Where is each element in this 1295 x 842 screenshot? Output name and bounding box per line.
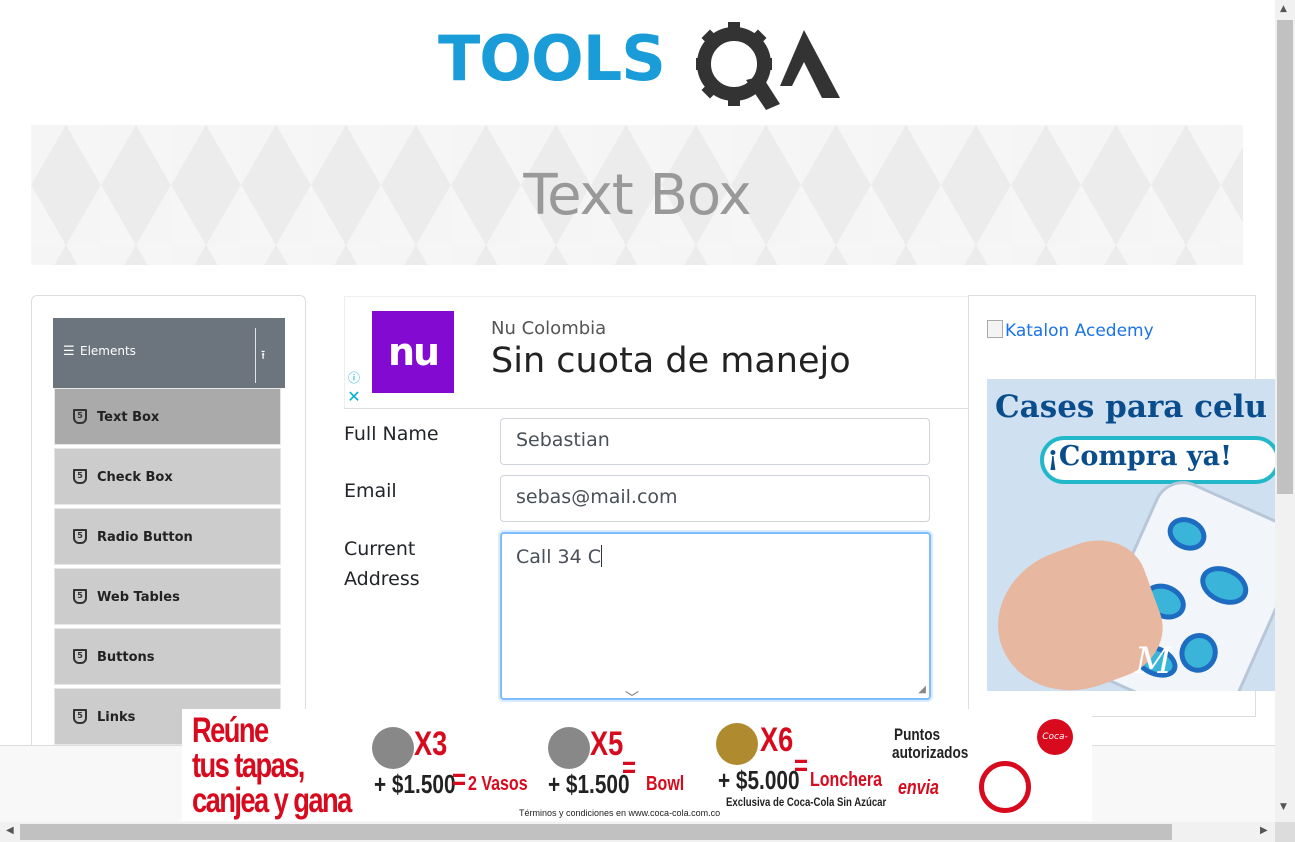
horizontal-scroll-thumb[interactable] — [20, 824, 1172, 840]
ad-headline: Sin cuota de manejo — [491, 341, 851, 381]
phone-case-ad[interactable]: Cases para celu ¡Compra ya! M — [987, 379, 1275, 691]
coca-cola-ad[interactable]: Reúne tus tapas, canjea y gana X3 + $1.5… — [182, 709, 1092, 821]
deal1-price: + $1.500 — [374, 769, 456, 799]
email-input[interactable]: sebas@mail.com — [500, 475, 930, 522]
collapse-arrow-icon[interactable]: ⭱ — [261, 346, 265, 367]
logo-text: TOOLS — [438, 22, 666, 95]
full-name-input[interactable]: Sebastian — [500, 418, 930, 465]
deal3-price: + $5.000 — [718, 765, 800, 795]
ad-slogan: Reúne tus tapas, canjea y gana — [192, 711, 352, 820]
deal3-prize: Lonchera — [810, 769, 883, 791]
full-name-label: Full Name — [344, 423, 439, 445]
sidebar-item-label: Buttons — [97, 650, 155, 665]
gear-q-icon — [696, 22, 840, 110]
html5-icon: 5 — [73, 649, 87, 664]
prize-ring-icon — [979, 761, 1031, 813]
deal3-multiplier: X6 — [760, 721, 794, 759]
scroll-right-icon[interactable]: ▶ — [1260, 825, 1268, 836]
katalon-alt-text: Katalon Acedemy — [1005, 321, 1154, 341]
sidebar-item-buttons[interactable]: 5 Buttons — [54, 628, 281, 685]
sidebar-item-label: Text Box — [97, 410, 160, 425]
sidebar-item-radio-button[interactable]: 5 Radio Button — [54, 508, 281, 565]
resize-handle-icon[interactable]: ◢ — [918, 684, 926, 695]
bottle-cap-icon — [372, 727, 414, 769]
hamburger-icon: ☰ — [63, 344, 75, 359]
envia-logo: envia — [898, 777, 939, 799]
vertical-scroll-thumb[interactable] — [1277, 20, 1293, 494]
deal1-multiplier: X3 — [414, 725, 448, 763]
case-ad-mark: M — [1135, 641, 1172, 682]
case-ad-cta: ¡Compra ya! — [1047, 441, 1232, 472]
vertical-scrollbar[interactable]: ▲ ▼ — [1275, 0, 1295, 822]
html5-icon: 5 — [73, 529, 87, 544]
group-header-elements[interactable]: ☰ Elements ⭱ — [53, 318, 285, 388]
html5-icon: 5 — [73, 589, 87, 604]
deal3-note: Exclusiva de Coca-Cola Sin Azúcar — [726, 795, 887, 809]
deal2-price: + $1.500 — [548, 769, 630, 799]
bottle-cap-icon — [548, 727, 590, 769]
broken-image-icon — [987, 320, 1003, 338]
sidebar-item-web-tables[interactable]: 5 Web Tables — [54, 568, 281, 625]
current-address-value: Call 34 C — [516, 546, 601, 568]
ad-close-icon[interactable]: ✕ — [346, 389, 362, 405]
points-line1: Puntos — [894, 725, 941, 744]
coca-cola-logo: Coca-Cola — [1037, 719, 1073, 778]
html5-icon: 5 — [73, 469, 87, 484]
sidebar-item-label: Check Box — [97, 470, 173, 485]
sidebar-item-check-box[interactable]: 5 Check Box — [54, 448, 281, 505]
deal1-prize: 2 Vasos — [468, 773, 528, 795]
html5-icon: 5 — [73, 409, 87, 424]
group-title: Elements — [80, 344, 136, 358]
bottle-cap-icon — [716, 723, 758, 765]
sidebar: ☰ Elements ⭱ 5 Text Box 5 Check Box 5 Ra… — [31, 295, 306, 777]
scroll-left-icon[interactable]: ◀ — [6, 825, 14, 836]
sidebar-item-text-box[interactable]: 5 Text Box — [54, 388, 281, 445]
ad-info-icon[interactable]: ⓘ — [346, 370, 362, 386]
horizontal-scrollbar[interactable]: ◀ ▶ — [0, 822, 1275, 842]
scroll-up-icon[interactable]: ▲ — [1280, 4, 1287, 14]
page-title: Text Box — [523, 163, 751, 228]
current-address-textarea[interactable]: Call 34 C ◢ — [500, 532, 931, 700]
chevron-down-icon: ﹀ — [625, 691, 639, 707]
points-line2: autorizados — [892, 743, 969, 762]
page-banner: Text Box — [31, 125, 1243, 265]
text-caret — [601, 545, 602, 567]
scroll-down-icon[interactable]: ▼ — [1280, 802, 1287, 812]
scrollbar-corner — [1275, 822, 1295, 842]
current-address-label-line1: Current — [344, 538, 416, 560]
sidebar-item-label: Radio Button — [97, 530, 193, 545]
current-address-label-line2: Address — [344, 568, 420, 590]
nu-ad[interactable]: nu Nu Colombia Sin cuota de manejo ⓘ ✕ — [344, 296, 970, 409]
ad-brand: Nu Colombia — [491, 318, 607, 339]
nu-logo: nu — [372, 311, 454, 393]
terms-text: Términos y condiciones en www.coca-cola.… — [519, 808, 721, 818]
case-ad-title: Cases para celu — [995, 389, 1268, 425]
katalon-ad-link[interactable]: Katalon Acedemy — [987, 320, 1154, 341]
deal2-prize: Bowl — [646, 773, 685, 795]
sidebar-item-label: Web Tables — [97, 590, 180, 605]
deal2-multiplier: X5 — [590, 725, 624, 763]
toolsqa-logo[interactable]: TOOLS — [438, 20, 840, 112]
sidebar-item-label: Links — [97, 710, 136, 725]
html5-icon: 5 — [73, 709, 87, 724]
header-divider — [255, 328, 256, 383]
email-label: Email — [344, 480, 397, 502]
